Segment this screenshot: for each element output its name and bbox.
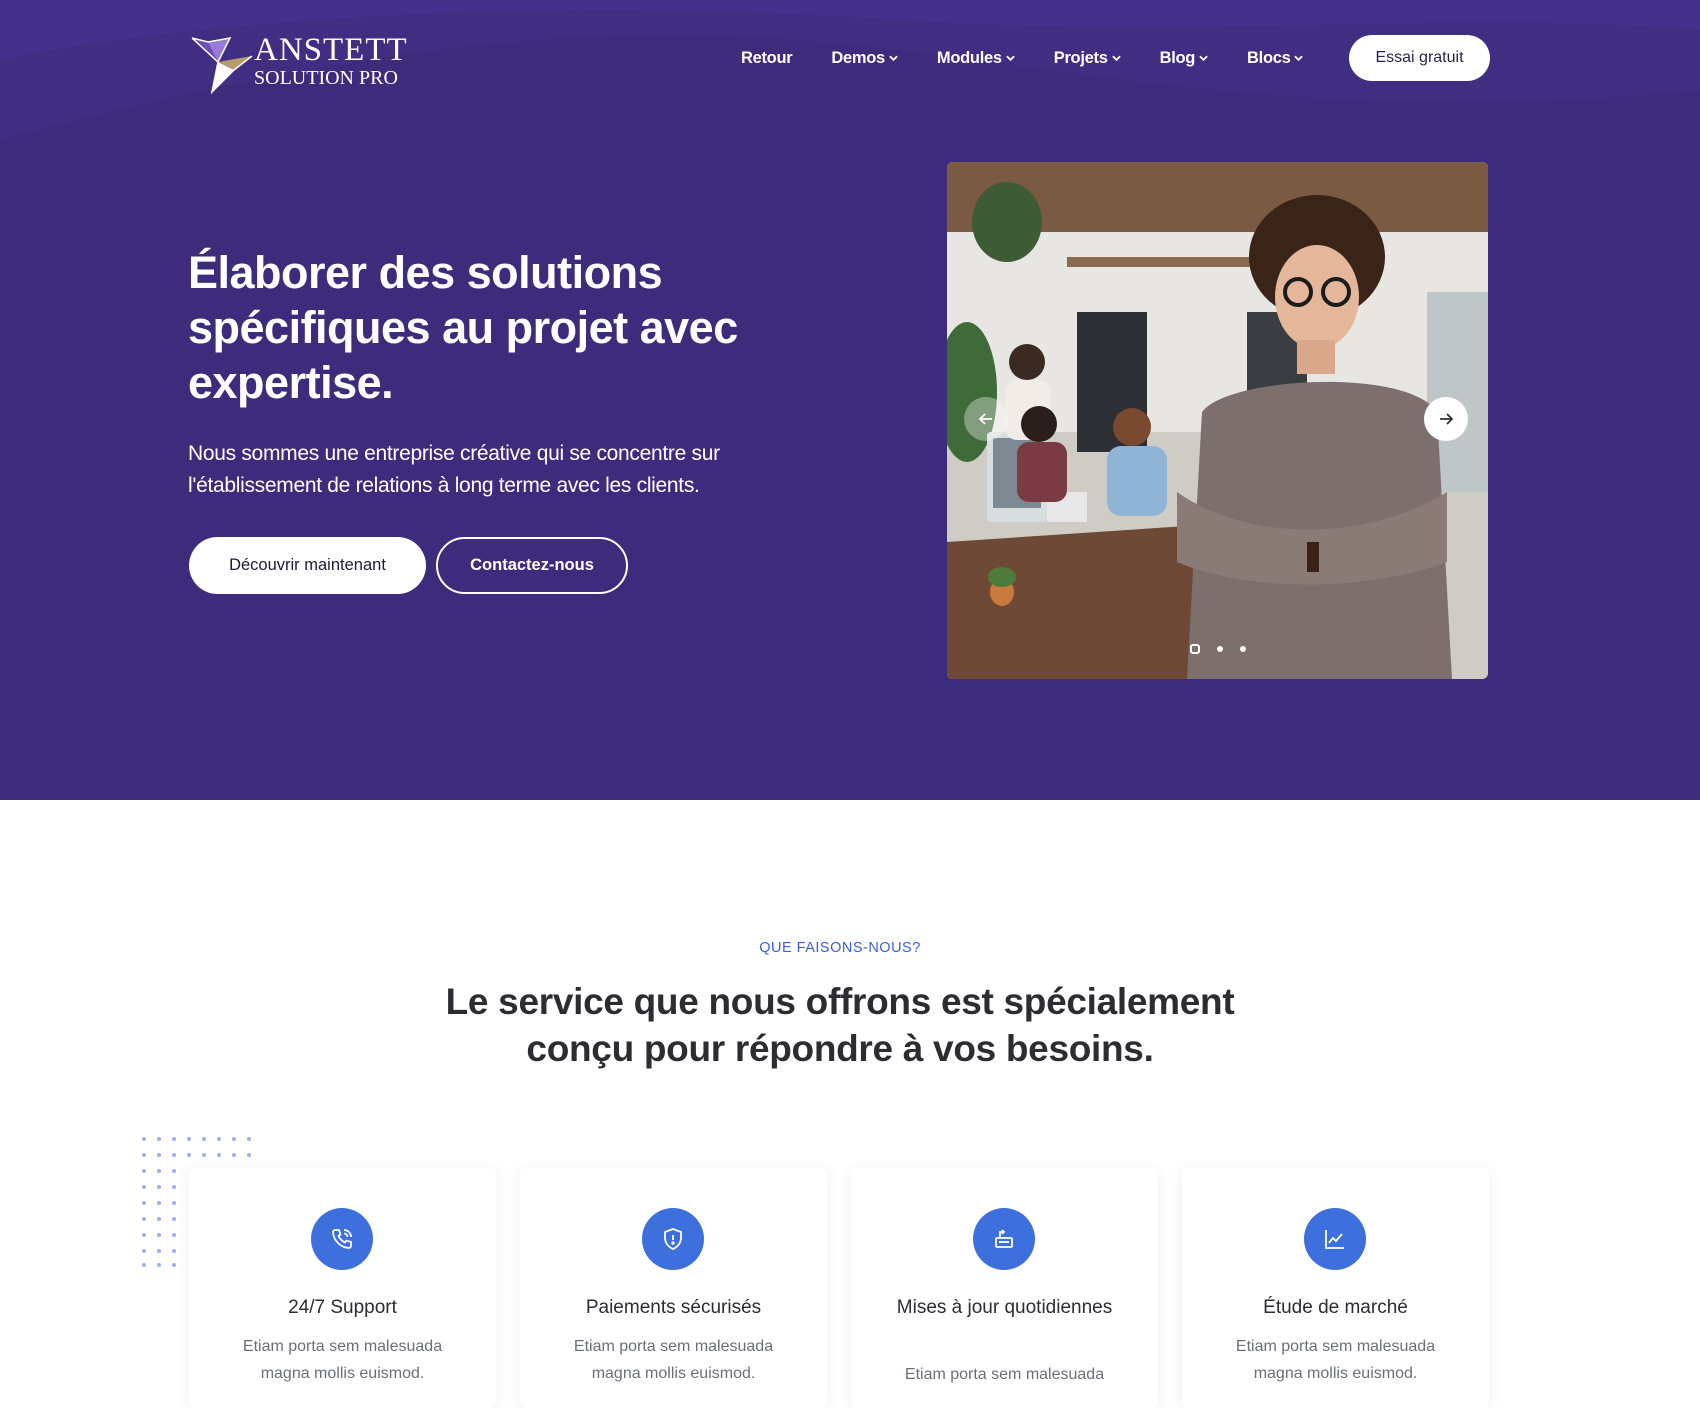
nav-label: Modules bbox=[936, 48, 1002, 67]
service-card-secure-payments[interactable]: Paiements sécurisés Etiam porta sem male… bbox=[520, 1168, 827, 1408]
card-title: Étude de marché bbox=[1263, 1297, 1408, 1318]
phone-icon bbox=[332, 1229, 352, 1249]
service-card-daily-updates[interactable]: Mises à jour quotidiennes Etiam porta se… bbox=[851, 1168, 1158, 1408]
card-text: Etiam porta sem malesuada magna mollis e… bbox=[1235, 1338, 1436, 1382]
main-nav: Retour Demos Modules Projets Blog Blocs bbox=[741, 42, 1342, 74]
nav-item-projets[interactable]: Projets bbox=[1054, 49, 1121, 68]
brand-logo[interactable]: ANSTETT SOLUTION PRO bbox=[190, 32, 450, 98]
slider-dot-1[interactable] bbox=[1190, 644, 1200, 654]
chevron-down-icon bbox=[1111, 55, 1121, 61]
nav-item-retour[interactable]: Retour bbox=[741, 48, 793, 68]
hero-image-slider[interactable] bbox=[947, 162, 1488, 679]
services-title: Le service que nous offrons est spéciale… bbox=[445, 981, 1235, 1069]
nav-item-modules[interactable]: Modules bbox=[937, 49, 1015, 68]
nav-label: Demos bbox=[831, 48, 885, 67]
hero-section: ANSTETT SOLUTION PRO Retour Demos Module… bbox=[0, 0, 1700, 800]
slider-pagination bbox=[1190, 644, 1263, 654]
icon-badge bbox=[1304, 1208, 1366, 1270]
brand-tagline: SOLUTION PRO bbox=[254, 67, 398, 89]
nav-label: Blocs bbox=[1247, 48, 1291, 67]
brand-name: ANSTETT bbox=[254, 32, 408, 68]
card-title: 24/7 Support bbox=[288, 1297, 397, 1318]
slider-next-button[interactable] bbox=[1424, 397, 1468, 441]
arrow-left-icon bbox=[979, 413, 992, 425]
icon-badge bbox=[973, 1208, 1035, 1270]
chevron-down-icon bbox=[889, 55, 898, 61]
arrow-right-icon bbox=[1440, 413, 1453, 425]
nav-label: Projets bbox=[1053, 48, 1108, 67]
nav-label: Retour bbox=[741, 48, 793, 67]
slider-dot-3[interactable] bbox=[1240, 646, 1246, 652]
hero-title: Élaborer des solutions spécifiques au pr… bbox=[188, 247, 738, 408]
discover-now-button[interactable]: Découvrir maintenant bbox=[189, 537, 426, 594]
nav-item-blog[interactable]: Blog bbox=[1160, 49, 1208, 68]
card-text: Etiam porta sem malesuada magna mollis e… bbox=[242, 1338, 443, 1382]
icon-badge bbox=[311, 1208, 373, 1270]
chevron-down-icon bbox=[1005, 55, 1015, 61]
service-card-market-study[interactable]: Étude de marché Etiam porta sem malesuad… bbox=[1182, 1168, 1489, 1408]
update-icon bbox=[995, 1229, 1013, 1248]
chart-line-icon bbox=[1325, 1230, 1344, 1249]
bird-logo-icon bbox=[191, 36, 253, 95]
hero-subtitle: Nous sommes une entreprise créative qui … bbox=[188, 442, 720, 497]
nav-label: Blog bbox=[1159, 48, 1196, 67]
services-kicker: QUE FAISONS-NOUS? bbox=[759, 940, 921, 956]
card-title: Paiements sécurisés bbox=[585, 1297, 762, 1318]
card-title: Mises à jour quotidiennes bbox=[896, 1297, 1113, 1318]
office-team-photo bbox=[947, 162, 1488, 679]
chevron-down-icon bbox=[1199, 55, 1208, 61]
nav-item-blocs[interactable]: Blocs bbox=[1247, 48, 1304, 68]
contact-us-button[interactable]: Contactez-nous bbox=[436, 537, 628, 594]
nav-item-demos[interactable]: Demos bbox=[831, 49, 898, 68]
service-card-support[interactable]: 24/7 Support Etiam porta sem malesuada m… bbox=[189, 1168, 496, 1408]
icon-badge bbox=[642, 1208, 704, 1270]
slider-prev-button[interactable] bbox=[964, 397, 1008, 441]
free-trial-button[interactable]: Essai gratuit bbox=[1349, 35, 1490, 81]
card-text: Etiam porta sem malesuada magna mollis e… bbox=[573, 1338, 774, 1382]
slider-dot-2[interactable] bbox=[1217, 646, 1223, 652]
shield-icon bbox=[664, 1228, 682, 1250]
card-text: Etiam porta sem malesuada bbox=[904, 1366, 1105, 1383]
chevron-down-icon bbox=[1294, 55, 1304, 61]
